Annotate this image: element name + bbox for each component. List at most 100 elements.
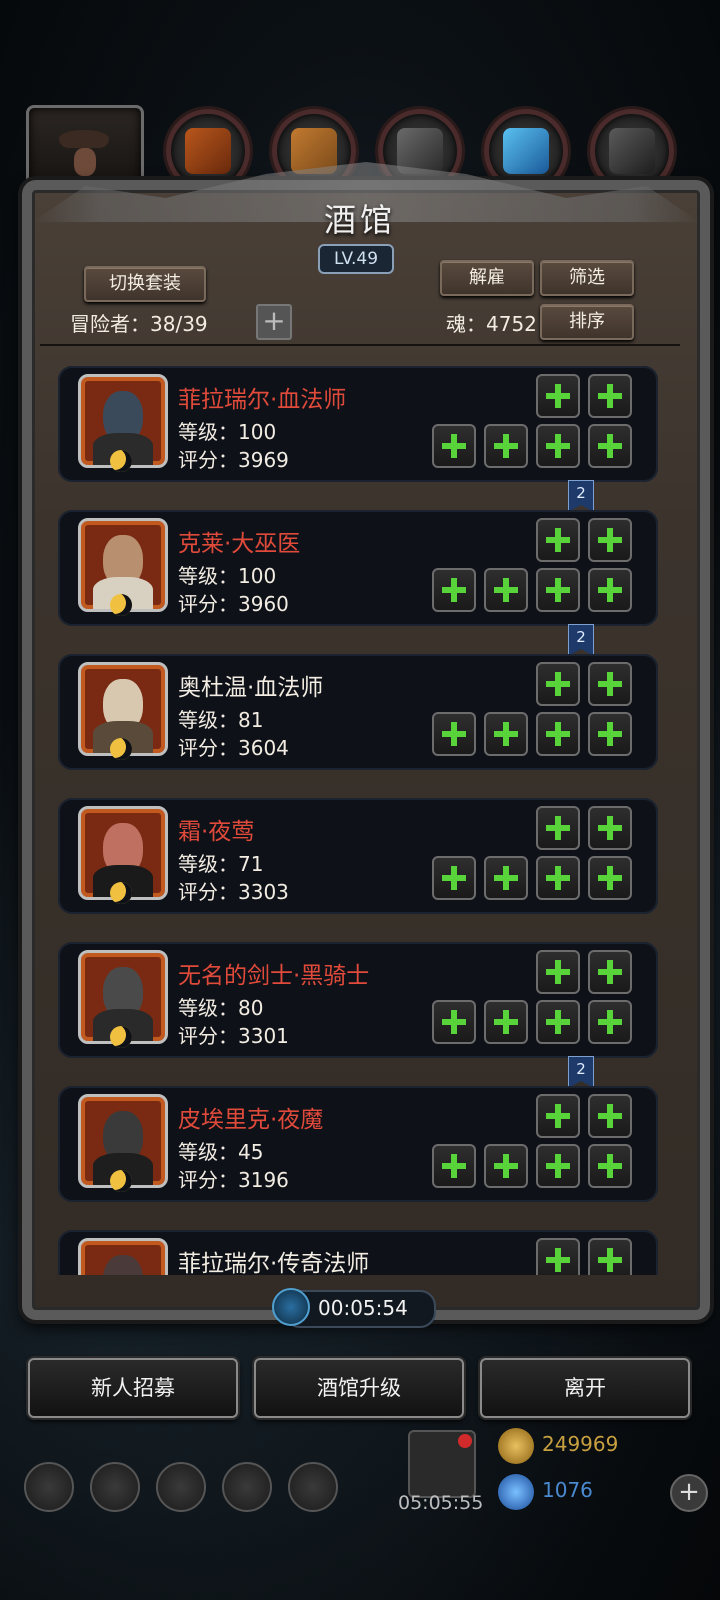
recruit-button[interactable]: 新人招募 xyxy=(28,1358,238,1418)
weapon-slot-icon[interactable] xyxy=(588,806,632,850)
weapon-slot-icon[interactable] xyxy=(588,662,632,706)
crescent-moon-icon xyxy=(110,594,132,616)
weapon-slot-icon[interactable] xyxy=(588,950,632,994)
hero-card[interactable]: 克莱·大巫医 等级：100 评分：3960 xyxy=(58,510,658,626)
crystal-icon xyxy=(503,128,549,174)
armor-slot-icon[interactable] xyxy=(484,856,528,900)
accessory-slot-icon[interactable] xyxy=(588,712,632,756)
accessory-slot-icon[interactable] xyxy=(536,1144,580,1188)
weapon-slot-icon[interactable] xyxy=(536,662,580,706)
accessory-slot-icon[interactable] xyxy=(588,1000,632,1044)
weapon-slot-icon[interactable] xyxy=(432,1144,476,1188)
soul-value: 4752 xyxy=(486,312,537,336)
face-icon xyxy=(74,148,96,176)
hero-name: 皮埃里克·夜魔 xyxy=(178,1107,324,1133)
hero-level: 等级：100 xyxy=(178,564,277,588)
hero-card[interactable]: 菲拉瑞尔·传奇法师 xyxy=(58,1230,658,1275)
weapon-slot-icon[interactable] xyxy=(536,950,580,994)
armor-slot-icon[interactable] xyxy=(484,424,528,468)
weapon-slot-icon[interactable] xyxy=(432,568,476,612)
weapon-slot-icon[interactable] xyxy=(432,856,476,900)
add-slot-button[interactable]: + xyxy=(256,304,292,340)
gold-amount: 249969 xyxy=(542,1432,619,1456)
hero-level: 等级：100 xyxy=(178,420,277,444)
upgrade-tavern-button[interactable]: 酒馆升级 xyxy=(254,1358,464,1418)
armor-slot-icon[interactable] xyxy=(484,1144,528,1188)
weapon-slot-icon[interactable] xyxy=(536,1094,580,1138)
hero-card[interactable]: 菲拉瑞尔·血法师 等级：100 评分：3969 xyxy=(58,366,658,482)
hero-list[interactable]: 菲拉瑞尔·血法师 等级：100 评分：3969 2 克莱·大巫医 等级：100 … xyxy=(58,350,658,1275)
weapon-slot-icon[interactable] xyxy=(588,374,632,418)
crescent-moon-icon xyxy=(110,738,132,760)
weapon-slot-icon[interactable] xyxy=(536,518,580,562)
hero-level: 等级：71 xyxy=(178,852,264,876)
hero-name: 菲拉瑞尔·传奇法师 xyxy=(178,1251,370,1275)
accessory-slot-icon[interactable] xyxy=(588,1144,632,1188)
armor-slot-icon[interactable] xyxy=(484,1000,528,1044)
switch-outfit-button[interactable]: 切换套装 xyxy=(84,266,206,302)
hero-score: 评分：3303 xyxy=(178,880,289,904)
accessory-slot-icon[interactable] xyxy=(536,856,580,900)
inventory-icon[interactable] xyxy=(288,1462,338,1512)
adventurers-value: 38/39 xyxy=(150,312,208,336)
mail-icon[interactable] xyxy=(222,1462,272,1512)
settings-icon[interactable] xyxy=(24,1462,74,1512)
hat-icon xyxy=(59,130,109,148)
hero-avatar xyxy=(78,1238,168,1275)
crescent-moon-icon xyxy=(110,450,132,472)
book-icon xyxy=(291,128,337,174)
armor-slot-icon[interactable] xyxy=(484,568,528,612)
accessory-slot-icon[interactable] xyxy=(588,424,632,468)
gem-amount: 1076 xyxy=(542,1478,593,1502)
hero-card[interactable]: 无名的剑士·黑骑士 等级：80 评分：3301 xyxy=(58,942,658,1058)
clock-icon xyxy=(272,1288,310,1326)
hero-card[interactable]: 霜·夜莺 等级：71 评分：3303 xyxy=(58,798,658,914)
accessory-slot-icon[interactable] xyxy=(536,424,580,468)
add-resource-button[interactable]: + xyxy=(670,1474,708,1512)
menu-icon[interactable] xyxy=(90,1462,140,1512)
hero-card[interactable]: 皮埃里克·夜魔 等级：45 评分：3196 xyxy=(58,1086,658,1202)
hero-card[interactable]: 奥杜温·血法师 等级：81 评分：3604 xyxy=(58,654,658,770)
ore-icon xyxy=(609,128,655,174)
leave-button[interactable]: 离开 xyxy=(480,1358,690,1418)
crescent-moon-icon xyxy=(110,1170,132,1192)
sort-button[interactable]: 排序 xyxy=(540,304,634,340)
filter-button[interactable]: 筛选 xyxy=(540,260,634,296)
weapon-slot-icon[interactable] xyxy=(432,712,476,756)
accessory-slot-icon[interactable] xyxy=(536,568,580,612)
adventurers-count: 冒险者：38/39 xyxy=(70,308,208,337)
gift-timer: 05:05:55 xyxy=(398,1492,484,1514)
hero-score: 评分：3960 xyxy=(178,592,289,616)
accessory-slot-icon[interactable] xyxy=(536,1000,580,1044)
map-icon[interactable] xyxy=(156,1462,206,1512)
weapon-slot-icon[interactable] xyxy=(588,518,632,562)
notification-dot xyxy=(458,1434,472,1448)
weapon-slot-icon[interactable] xyxy=(536,1238,580,1275)
gold-coin-icon xyxy=(498,1428,534,1464)
rank-badge: 2 xyxy=(568,1056,594,1088)
hero-level: 等级：45 xyxy=(178,1140,264,1164)
hero-name: 霜·夜莺 xyxy=(178,819,255,845)
level-badge: LV.49 xyxy=(318,244,394,274)
armor-slot-icon[interactable] xyxy=(484,712,528,756)
weapon-slot-icon[interactable] xyxy=(536,374,580,418)
hero-name: 菲拉瑞尔·血法师 xyxy=(178,387,347,413)
weapon-slot-icon[interactable] xyxy=(536,806,580,850)
weapon-slot-icon[interactable] xyxy=(588,1238,632,1275)
timer-value: 00:05:54 xyxy=(318,1296,408,1320)
armor-icon xyxy=(185,128,231,174)
weapon-slot-icon[interactable] xyxy=(432,1000,476,1044)
weapon-slot-icon[interactable] xyxy=(432,424,476,468)
anvil-icon xyxy=(397,128,443,174)
accessory-slot-icon[interactable] xyxy=(588,568,632,612)
page-title: 酒馆 xyxy=(323,201,396,239)
accessory-slot-icon[interactable] xyxy=(536,712,580,756)
weapon-slot-icon[interactable] xyxy=(588,1094,632,1138)
hero-score: 评分：3196 xyxy=(178,1168,289,1192)
hero-name: 克莱·大巫医 xyxy=(178,531,301,557)
accessory-slot-icon[interactable] xyxy=(588,856,632,900)
hero-level: 等级：81 xyxy=(178,708,264,732)
soul-label: 魂： xyxy=(446,312,486,336)
dismiss-button[interactable]: 解雇 xyxy=(440,260,534,296)
soul-count: 魂：4752 xyxy=(446,308,537,337)
